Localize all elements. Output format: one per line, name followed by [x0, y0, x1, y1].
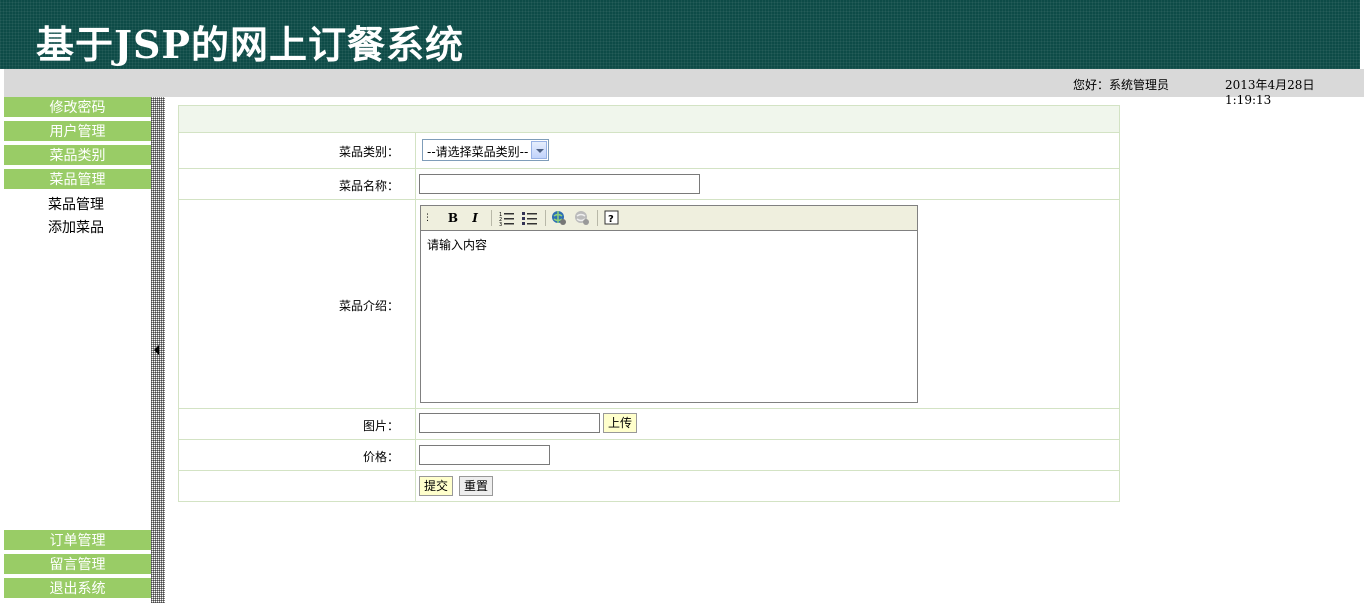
menu-message-management[interactable]: 留言管理 — [4, 554, 151, 576]
row-category: 菜品类别： — [178, 133, 1120, 169]
row-actions — [178, 471, 1120, 502]
dish-name-input[interactable] — [419, 174, 700, 194]
svg-text:3: 3 — [499, 222, 502, 226]
menu-dish-category[interactable]: 菜品类别 — [4, 145, 151, 167]
category-select-value: --请选择菜品类别-- — [427, 145, 529, 159]
header-banner: 基于JSP的网上订餐系统 — [0, 0, 1364, 69]
label-cell: 价格： — [179, 440, 416, 470]
toolbar-separator — [597, 210, 598, 226]
italic-icon[interactable]: I — [467, 210, 483, 226]
menu-change-password[interactable]: 修改密码 — [4, 97, 151, 119]
ordered-list-icon[interactable]: 123 — [499, 210, 515, 228]
row-image: 图片： — [178, 409, 1120, 440]
unordered-list-icon[interactable] — [522, 210, 538, 226]
row-price: 价格： — [178, 440, 1120, 471]
svg-text:?: ? — [608, 214, 614, 225]
price-input[interactable] — [419, 445, 550, 465]
current-datetime: 2013年4月28日 1:19:13 — [1225, 78, 1315, 107]
menu-dish-management[interactable]: 菜品管理 — [4, 169, 151, 191]
user-greeting: 您好：系统管理员 — [1073, 78, 1170, 92]
label-cell: 菜品名称： — [179, 169, 416, 199]
menu-order-management[interactable]: 订单管理 — [4, 530, 151, 552]
intro-label: 菜品介绍： — [338, 299, 399, 313]
link-icon[interactable] — [551, 210, 567, 226]
submit-button[interactable]: 提交 — [419, 476, 453, 496]
category-label: 菜品类别： — [338, 145, 399, 159]
chevron-down-icon[interactable] — [531, 141, 547, 159]
menu-user-management[interactable]: 用户管理 — [4, 121, 151, 143]
collapse-arrow-icon[interactable] — [154, 345, 159, 355]
unlink-icon[interactable] — [574, 210, 590, 226]
label-cell: 图片： — [179, 409, 416, 439]
bold-icon[interactable]: B — [445, 210, 461, 226]
app-title: 基于JSP的网上订餐系统 — [36, 22, 464, 67]
label-cell — [179, 471, 416, 501]
label-cell: 菜品介绍： — [179, 200, 416, 408]
category-select[interactable]: --请选择菜品类别-- — [422, 139, 549, 161]
sidebar-splitter[interactable] — [151, 97, 165, 603]
label-cell: 菜品类别： — [179, 133, 416, 168]
name-label: 菜品名称： — [338, 179, 399, 193]
status-bar: 您好：系统管理员 2013年4月28日 1:19:13 — [4, 69, 1364, 107]
intro-editor[interactable]: ⋮ B I 123 ? 请输入内容 — [420, 205, 918, 403]
submenu-dish-management[interactable]: 菜品管理 — [48, 194, 104, 214]
header-right-border — [1360, 0, 1364, 69]
image-label: 图片： — [362, 419, 399, 433]
toolbar-grip-icon: ⋮ — [423, 213, 432, 223]
image-path-input[interactable] — [419, 413, 600, 433]
toolbar-separator — [491, 210, 492, 226]
sidebar: 修改密码 用户管理 菜品类别 菜品管理 菜品管理 添加菜品 订单管理 留言管理 … — [0, 97, 151, 603]
help-icon[interactable]: ? — [604, 210, 620, 226]
price-label: 价格： — [362, 450, 399, 464]
menu-logout[interactable]: 退出系统 — [4, 578, 151, 600]
upload-button[interactable]: 上传 — [603, 413, 637, 433]
toolbar-separator — [545, 210, 546, 226]
submenu-add-dish[interactable]: 添加菜品 — [48, 217, 104, 237]
reset-button[interactable]: 重置 — [459, 476, 493, 496]
editor-toolbar: ⋮ B I 123 ? — [421, 206, 917, 231]
form-header — [178, 105, 1120, 133]
editor-content[interactable]: 请输入内容 — [427, 236, 487, 253]
